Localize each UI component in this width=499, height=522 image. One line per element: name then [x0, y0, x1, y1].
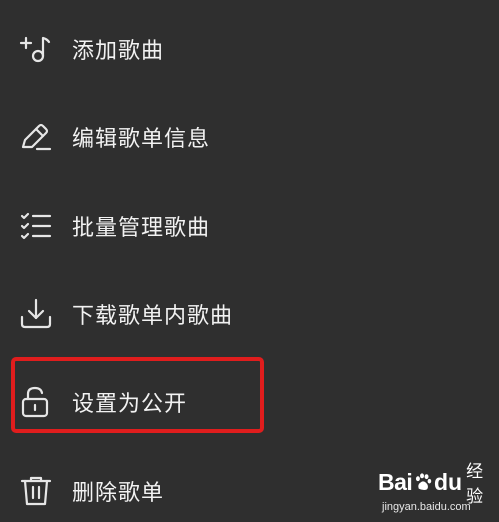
menu-item-label: 下载歌单内歌曲: [72, 304, 234, 329]
watermark-product: 经验: [466, 462, 484, 507]
menu-item-label: 添加歌曲: [72, 39, 165, 64]
menu-item-download-playlist-songs[interactable]: 下载歌单内歌曲: [0, 284, 499, 344]
add-music-icon: [18, 31, 54, 67]
baidu-jingyan-watermark: Bai du 经验 jingyan.baidu.com: [378, 462, 494, 519]
menu-item-label: 批量管理歌曲: [72, 216, 211, 241]
download-icon: [18, 296, 54, 332]
menu-item-edit-playlist-info[interactable]: 编辑歌单信息: [0, 107, 499, 167]
watermark-brand-right: du: [433, 468, 463, 495]
baidu-paw-icon: [416, 473, 432, 491]
watermark-brand-left: Bai: [378, 468, 413, 495]
watermark-logo-row: Bai du 经验: [378, 462, 494, 507]
menu-item-label: 编辑歌单信息: [72, 127, 211, 152]
edit-pencil-icon: [18, 119, 54, 155]
menu-item-batch-manage-songs[interactable]: 批量管理歌曲: [0, 196, 499, 256]
trash-icon: [18, 473, 54, 509]
highlight-annotation-box: [11, 357, 264, 433]
watermark-site: jingyan.baidu.com: [382, 501, 471, 513]
playlist-action-menu: 添加歌曲 编辑歌单信息 批量管理歌曲 下载歌单内歌曲 设置为公开 删除歌单: [0, 0, 499, 522]
menu-item-label: 删除歌单: [72, 481, 165, 506]
menu-item-add-songs[interactable]: 添加歌曲: [0, 19, 499, 79]
batch-list-icon: [18, 208, 54, 244]
